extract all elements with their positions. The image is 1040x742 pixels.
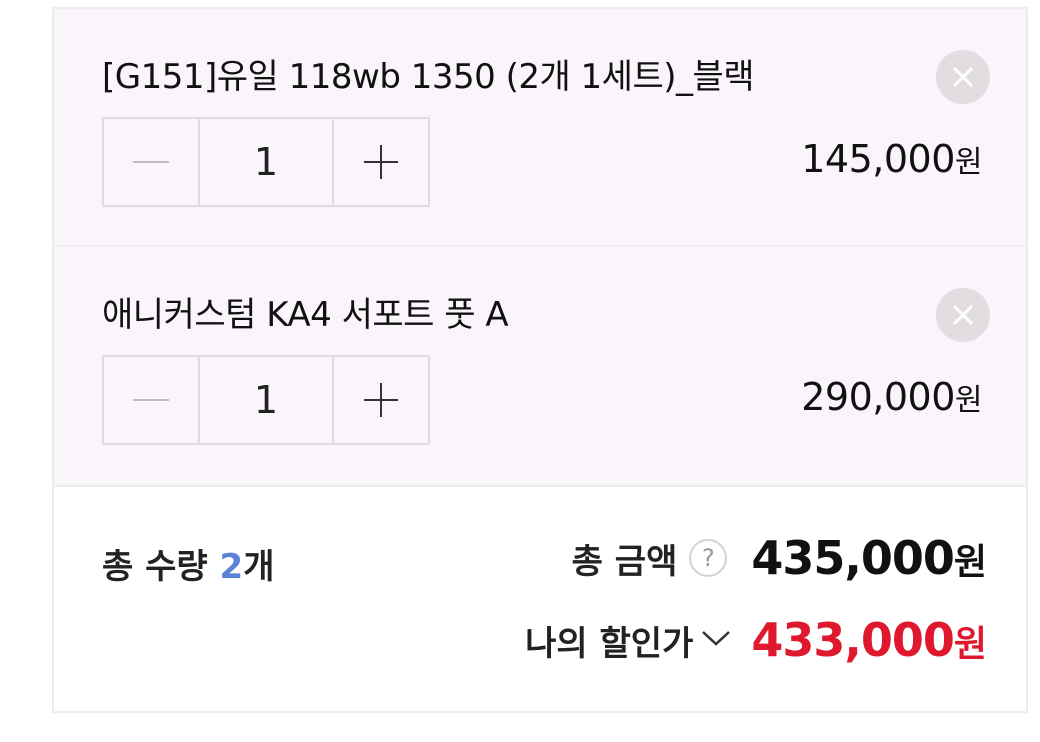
increase-button[interactable] (334, 119, 428, 205)
item-price: 290,000원 (801, 375, 982, 419)
help-icon[interactable]: ? (689, 539, 728, 577)
discount-toggle-label[interactable]: 나의 할인가 (525, 616, 693, 665)
total-amount-row: 총 금액 ? 435,000원 (571, 531, 987, 585)
quantity-stepper: 1 (102, 117, 430, 207)
total-quantity-unit: 개 (243, 547, 275, 587)
discount-amount-unit: 원 (953, 624, 987, 665)
minus-icon (133, 161, 169, 163)
cart-item: [G151]유일 118wb 1350 (2개 1세트)_블랙 1 145,00… (54, 9, 1026, 247)
total-amount-value: 435,000 (751, 531, 955, 585)
remove-item-button[interactable] (936, 288, 990, 342)
total-amount: 435,000원 (751, 531, 987, 585)
remove-item-button[interactable] (936, 50, 990, 104)
total-amount-label: 총 금액 (571, 541, 678, 582)
total-amount-unit: 원 (953, 542, 987, 583)
price-value: 290,000 (801, 375, 955, 419)
discount-amount-value: 433,000 (751, 613, 955, 667)
plus-icon (364, 383, 398, 417)
quantity-stepper: 1 (102, 355, 430, 445)
quantity-value[interactable]: 1 (198, 357, 334, 443)
chevron-down-icon[interactable] (701, 629, 731, 651)
price-currency: 원 (954, 145, 983, 180)
order-summary: 총 수량 2개 총 금액 ? 435,000원 나의 할인가 433,000원 (54, 487, 1026, 711)
minus-icon (133, 399, 169, 401)
close-icon (953, 67, 973, 87)
price-value: 145,000 (801, 137, 955, 181)
plus-icon (364, 145, 398, 179)
close-icon (953, 305, 973, 325)
decrease-button[interactable] (104, 119, 198, 205)
discount-row: 나의 할인가 433,000원 (525, 613, 987, 667)
total-quantity: 총 수량 2개 (102, 539, 274, 588)
cart-panel: [G151]유일 118wb 1350 (2개 1세트)_블랙 1 145,00… (52, 7, 1028, 713)
item-price: 145,000원 (801, 137, 982, 181)
discount-amount: 433,000원 (751, 613, 987, 667)
increase-button[interactable] (334, 357, 428, 443)
decrease-button[interactable] (104, 357, 198, 443)
item-name: 애니커스텀 KA4 서포트 풋 A (102, 295, 509, 335)
total-quantity-count: 2 (219, 547, 244, 587)
quantity-value[interactable]: 1 (198, 119, 334, 205)
total-quantity-label: 총 수량 (102, 547, 220, 587)
price-currency: 원 (954, 383, 983, 418)
cart-item: 애니커스텀 KA4 서포트 풋 A 1 290,000원 (54, 247, 1026, 487)
item-name: [G151]유일 118wb 1350 (2개 1세트)_블랙 (102, 57, 755, 97)
